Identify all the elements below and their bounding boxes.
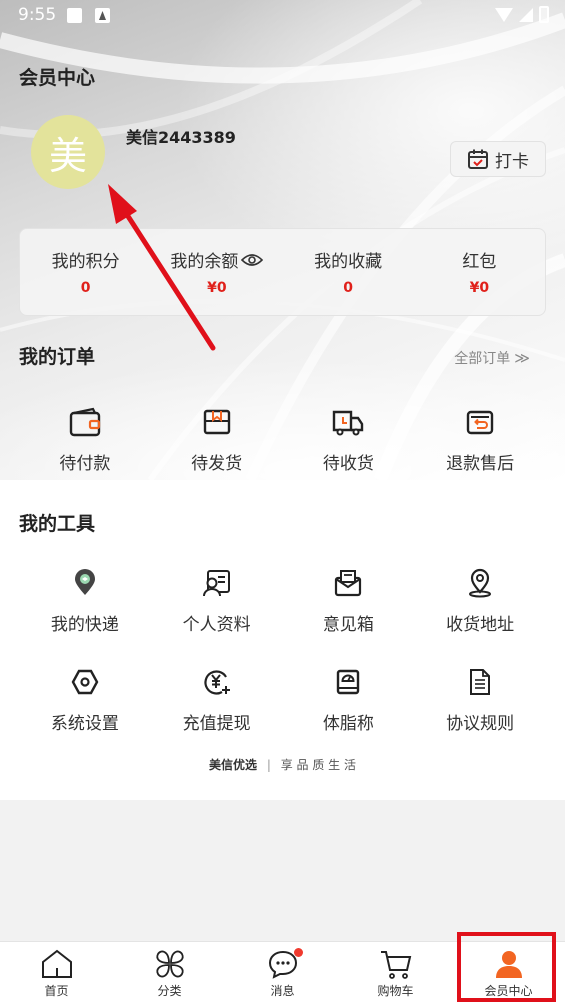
status-bar: 9:55 bbox=[0, 0, 565, 32]
stat-label: 红包 bbox=[462, 252, 497, 272]
checkin-button[interactable]: 打卡 bbox=[450, 141, 546, 177]
order-pending-payment[interactable]: 待付款 bbox=[19, 405, 151, 474]
mailbox-icon bbox=[331, 566, 365, 600]
stats-card: 我的积分 0 我的余额 ¥0 我的收藏 0 红包 ¥0 bbox=[19, 228, 546, 316]
tab-category[interactable]: 分类 bbox=[113, 942, 226, 1004]
category-icon bbox=[152, 948, 188, 980]
scale-icon bbox=[331, 665, 365, 699]
status-indicators bbox=[495, 6, 549, 23]
image-notification-icon bbox=[67, 8, 82, 23]
location-icon bbox=[463, 566, 497, 600]
all-orders-link[interactable]: 全部订单 ≫ bbox=[454, 348, 530, 368]
username[interactable]: 美信2443389 bbox=[126, 124, 236, 148]
stat-label: 我的收藏 bbox=[314, 252, 383, 272]
signal-icon bbox=[519, 7, 533, 22]
eye-icon[interactable] bbox=[241, 252, 264, 268]
tool-my-delivery[interactable]: 我的快递 bbox=[19, 566, 151, 635]
tab-cart[interactable]: 购物车 bbox=[339, 942, 452, 1004]
person-icon bbox=[491, 948, 527, 980]
tool-label: 我的快递 bbox=[50, 615, 119, 635]
wallet-icon bbox=[68, 405, 102, 439]
tool-feedback[interactable]: 意见箱 bbox=[283, 566, 415, 635]
avatar[interactable]: 美 bbox=[31, 115, 105, 189]
stat-red-packet[interactable]: 红包 ¥0 bbox=[414, 229, 545, 315]
battery-icon bbox=[539, 6, 549, 23]
tool-topup-withdraw[interactable]: 充值提现 bbox=[151, 665, 283, 734]
checkin-label: 打卡 bbox=[495, 151, 529, 172]
tab-label: 购物车 bbox=[377, 984, 414, 998]
tool-agreement-rules[interactable]: 协议规则 bbox=[414, 665, 546, 734]
truck-icon bbox=[331, 405, 365, 439]
tool-label: 协议规则 bbox=[446, 714, 515, 734]
order-label: 待付款 bbox=[59, 454, 111, 474]
tool-profile[interactable]: 个人资料 bbox=[151, 566, 283, 635]
slogan-tagline: 享 品 质 生 活 bbox=[280, 758, 356, 772]
stat-value: 0 bbox=[80, 280, 91, 296]
tab-messages[interactable]: 消息 bbox=[226, 942, 339, 1004]
home-icon bbox=[39, 948, 75, 980]
tool-label: 系统设置 bbox=[50, 714, 119, 734]
wifi-icon bbox=[495, 7, 513, 22]
stat-points[interactable]: 我的积分 0 bbox=[20, 229, 151, 315]
tab-label: 首页 bbox=[44, 984, 69, 998]
tools-grid-row-1: 我的快递 个人资料 意见箱 收货地址 bbox=[19, 566, 546, 635]
stat-value: ¥0 bbox=[469, 280, 490, 296]
tool-label: 充值提现 bbox=[182, 714, 251, 734]
status-time: 9:55 bbox=[18, 5, 57, 25]
stat-balance[interactable]: 我的余额 ¥0 bbox=[151, 229, 282, 315]
order-refund[interactable]: 退款售后 bbox=[414, 405, 546, 474]
order-to-receive[interactable]: 待收货 bbox=[283, 405, 415, 474]
notification-dot bbox=[293, 948, 303, 957]
cart-icon bbox=[378, 948, 414, 980]
tab-member-center[interactable]: 会员中心 bbox=[452, 942, 565, 1004]
slogan-separator: | bbox=[266, 758, 271, 772]
tool-body-fat-scale[interactable]: 体脂称 bbox=[283, 665, 415, 734]
package-icon bbox=[200, 405, 234, 439]
tab-home[interactable]: 首页 bbox=[0, 942, 113, 1004]
tool-label: 体脂称 bbox=[322, 714, 374, 734]
page-title: 会员中心 bbox=[19, 67, 96, 89]
bottom-tab-bar: 首页 分类 消息 购物车 会员中心 bbox=[0, 941, 565, 1004]
settings-hex-icon bbox=[68, 665, 102, 699]
tool-address[interactable]: 收货地址 bbox=[414, 566, 546, 635]
calendar-check-icon bbox=[468, 149, 488, 169]
tools-title: 我的工具 bbox=[19, 513, 96, 535]
stat-value: 0 bbox=[343, 280, 353, 296]
refund-icon bbox=[463, 405, 497, 439]
order-to-ship[interactable]: 待发货 bbox=[151, 405, 283, 474]
tab-label: 消息 bbox=[270, 984, 295, 998]
delivery-pin-icon bbox=[68, 566, 102, 600]
message-icon bbox=[265, 948, 303, 980]
profile-card-icon bbox=[200, 566, 234, 600]
double-chevron-right-icon: ≫ bbox=[514, 349, 530, 367]
slogan: 美信优选 | 享 品 质 生 活 bbox=[0, 756, 565, 773]
all-orders-label: 全部订单 bbox=[454, 351, 511, 367]
tool-settings[interactable]: 系统设置 bbox=[19, 665, 151, 734]
orders-title: 我的订单 bbox=[19, 346, 96, 368]
tab-label: 分类 bbox=[157, 984, 182, 998]
stat-favorites[interactable]: 我的收藏 0 bbox=[283, 229, 414, 315]
stat-label: 我的积分 bbox=[51, 252, 120, 272]
stat-value: ¥0 bbox=[207, 280, 227, 296]
document-icon bbox=[463, 665, 497, 699]
slogan-brand: 美信优选 bbox=[209, 758, 258, 772]
order-label: 待收货 bbox=[322, 454, 374, 474]
order-label: 待发货 bbox=[191, 454, 243, 474]
yuan-plus-icon bbox=[200, 665, 234, 699]
order-label: 退款售后 bbox=[446, 454, 515, 474]
tool-label: 意见箱 bbox=[322, 615, 374, 635]
tab-label: 会员中心 bbox=[484, 984, 533, 998]
tool-label: 个人资料 bbox=[182, 615, 251, 635]
orders-grid: 待付款 待发货 待收货 退款售后 bbox=[19, 405, 546, 474]
tool-label: 收货地址 bbox=[446, 615, 515, 635]
app-notification-icon bbox=[95, 8, 110, 23]
tools-grid-row-2: 系统设置 充值提现 体脂称 协议规则 bbox=[19, 665, 546, 734]
stat-label: 我的余额 bbox=[170, 252, 239, 272]
